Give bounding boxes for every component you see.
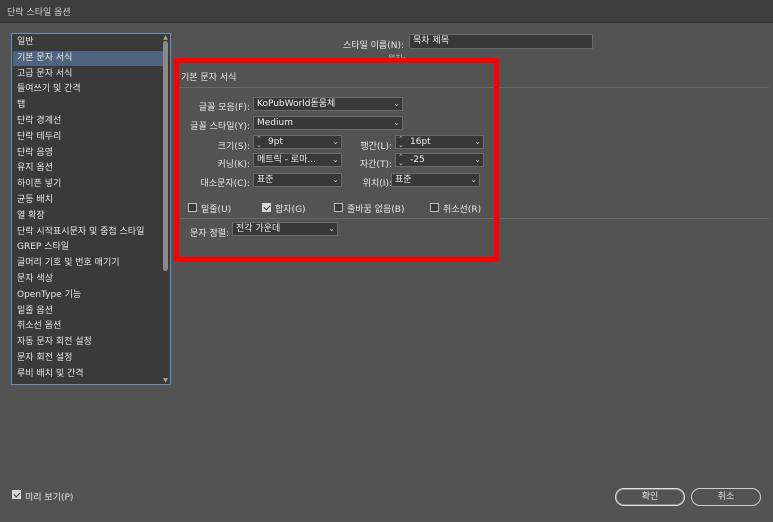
preview-checkbox[interactable] [12,490,21,499]
ligatures-checkbox[interactable] [262,203,271,212]
scroll-up-icon[interactable]: ▲ [162,34,169,41]
preview-label: 미리 보기(P) [25,493,74,503]
ok-button[interactable]: 확인 [615,488,685,506]
kerning-label: 커닝(K): [217,160,250,170]
case-dropdown[interactable]: 표준 ⌄ [253,173,342,187]
options-divider [179,218,769,219]
category-list[interactable]: ▲ ▼ 일반 기본 문자 서식 고급 문자 서식 들여쓰기 및 간격 탭 단락 경계선 단락… [11,33,171,385]
sidebar-item[interactable]: 유지 옵션 [13,161,163,176]
font-family-label: 글꼴 모음(F): [198,103,250,113]
title-bar: 단락 스타일 옵션 [0,0,773,23]
no-break-checkbox[interactable] [334,203,343,212]
sidebar-item[interactable]: 일반 [13,35,163,50]
style-name-value: 목차 제목 [413,36,449,46]
chevron-down-icon: ⌄ [474,155,481,164]
sidebar-item[interactable]: GREP 스타일 [13,240,163,255]
char-align-dropdown[interactable]: 전각 가운데 ⌄ [232,222,338,236]
strikethrough-label: 취소선(R) [443,205,482,215]
stepper-arrows-icon[interactable]: ⌃ ⌄ [398,136,404,148]
case-value: 표준 [257,175,274,185]
sidebar-item[interactable]: OpenType 기능 [13,288,163,303]
size-stepper[interactable]: ⌃ ⌄ 9pt ⌄ [253,135,342,149]
location-label: 위치: [388,54,406,63]
chevron-down-icon: ⌄ [470,175,477,184]
ligatures-label: 합자(G) [275,205,306,215]
size-label: 크기(S): [217,142,250,152]
tracking-value: -25 [410,155,425,165]
window-title: 단락 스타일 옵션 [7,8,71,18]
kerning-dropdown[interactable]: 메트릭 - 로마... ⌄ [253,153,342,167]
chevron-down-icon: ⌄ [393,99,400,108]
font-family-value: KoPubWorld돋움체 [257,99,336,109]
sidebar-item[interactable]: 고급 문자 서식 [13,67,163,82]
sidebar-item[interactable]: 문자 색상 [13,272,163,287]
kerning-value: 메트릭 - 로마... [257,155,316,165]
case-label: 대소문자(C): [200,179,250,189]
no-break-label: 줄바꿈 없음(B) [347,205,405,215]
chevron-down-icon: ⌄ [328,224,335,233]
sidebar-item[interactable]: 글머리 기호 및 번호 매기기 [13,256,163,271]
underline-label: 밑줄(U) [201,205,232,215]
sidebar-item[interactable]: 하이픈 넣기 [13,177,163,192]
tracking-label: 자간(T): [359,160,392,170]
style-name-input[interactable]: 목차 제목 [409,34,593,49]
sidebar-item[interactable]: 들여쓰기 및 간격 [13,82,163,97]
leading-label: 행간(L): [360,142,392,152]
chevron-down-icon: ⌄ [393,118,400,127]
leading-value: 16pt [410,137,431,147]
size-value: 9pt [268,137,283,147]
chevron-down-icon: ⌄ [332,175,339,184]
cancel-button[interactable]: 취소 [691,488,761,506]
sidebar-item[interactable]: 단락 테두리 [13,130,163,145]
chevron-down-icon: ⌄ [332,155,339,164]
sidebar-item[interactable]: 열 확장 [13,209,163,224]
stepper-arrows-icon[interactable]: ⌃ ⌄ [256,136,262,148]
sidebar-item[interactable]: 균등 배치 [13,193,163,208]
sidebar-item[interactable]: 단락 경계선 [13,114,163,129]
sidebar-item[interactable]: 단락 시작표시문자 및 중첩 스타일 [13,225,163,240]
style-name-label: 스타일 이름(N): [342,41,404,51]
font-style-value: Medium [257,118,293,128]
section-divider [179,87,769,88]
strikethrough-checkbox[interactable] [430,203,439,212]
sidebar-item[interactable]: 문자 회전 설정 [13,351,163,366]
section-title: 기본 문자 서식 [181,73,237,83]
sidebar-item[interactable]: 단락 음영 [13,146,163,161]
tracking-stepper[interactable]: ⌃ ⌄ -25 ⌄ [395,153,484,167]
font-family-dropdown[interactable]: KoPubWorld돋움체 ⌄ [253,97,403,111]
sidebar-item[interactable]: 자동 문자 회전 설정 [13,335,163,350]
stepper-arrows-icon[interactable]: ⌃ ⌄ [398,154,404,166]
sidebar-item[interactable]: 탭 [13,98,163,113]
position-label: 위치(I): [362,179,392,189]
chevron-down-icon: ⌄ [332,137,339,146]
leading-stepper[interactable]: ⌃ ⌄ 16pt ⌄ [395,135,484,149]
sidebar-item[interactable]: 기본 문자 서식 [13,50,163,66]
sidebar-item[interactable]: 루비 배치 및 간격 [13,367,163,382]
sidebar-item[interactable]: 밑줄 옵션 [13,304,163,319]
chevron-down-icon: ⌄ [474,137,481,146]
scroll-down-icon[interactable]: ▼ [162,377,169,384]
scroll-thumb[interactable] [163,41,168,271]
position-dropdown[interactable]: 표준 ⌄ [391,173,480,187]
position-value: 표준 [395,175,412,185]
font-style-dropdown[interactable]: Medium ⌄ [253,116,403,130]
font-style-label: 글꼴 스타일(Y): [190,122,250,132]
sidebar-item[interactable]: 취소선 옵션 [13,319,163,334]
char-align-value: 전각 가운데 [236,224,281,234]
list-scrollbar[interactable]: ▲ ▼ [162,34,169,384]
char-align-label: 문자 정렬: [190,229,230,239]
underline-checkbox[interactable] [188,203,197,212]
